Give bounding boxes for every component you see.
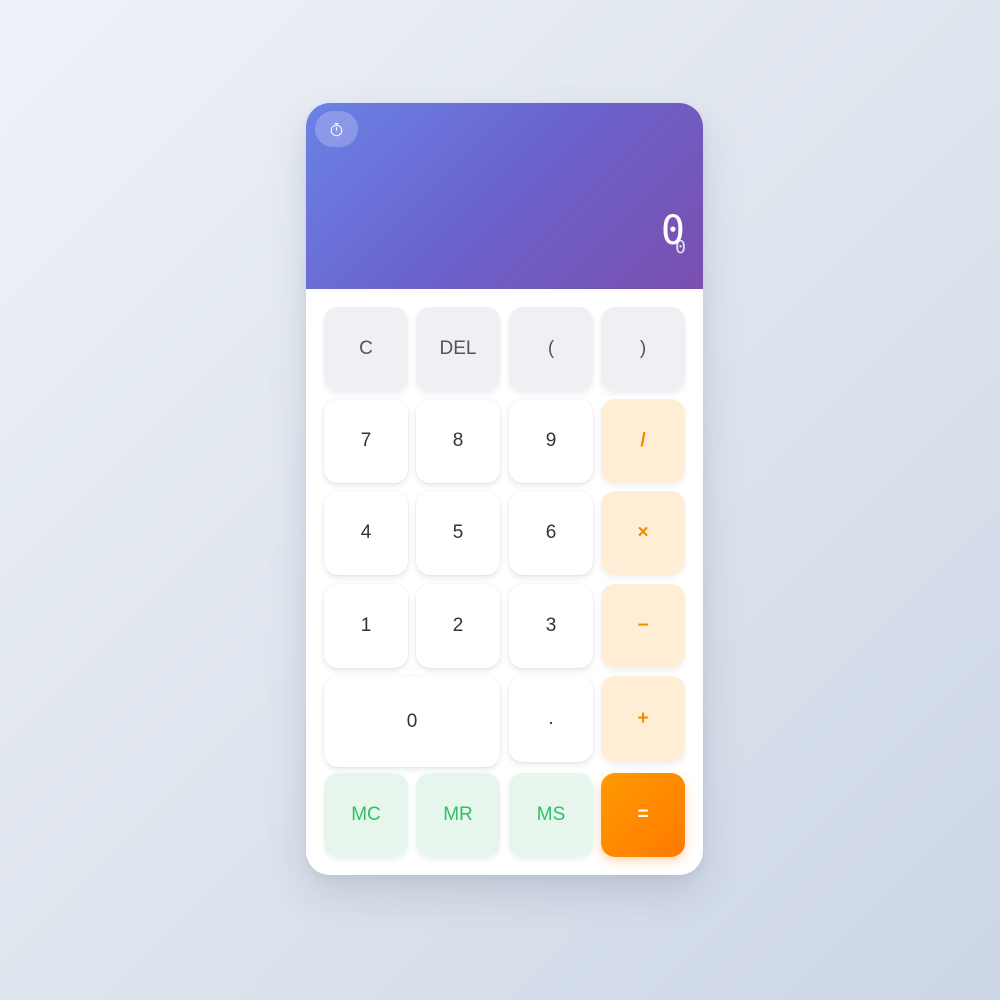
memory-clear-button[interactable]: MC — [324, 773, 408, 857]
history-button[interactable] — [315, 111, 358, 147]
delete-button[interactable]: DEL — [416, 307, 500, 391]
clear-button[interactable]: C — [324, 307, 408, 391]
result-display: 0 — [660, 208, 685, 254]
divide-button[interactable]: / — [601, 399, 685, 483]
stopwatch-icon — [330, 122, 343, 136]
subtract-button[interactable]: − — [601, 584, 685, 668]
keypad: C DEL ( ) 7 8 9 / 4 5 6 × 1 2 3 − 0 . + … — [306, 289, 703, 875]
calculator: 0 0 C DEL ( ) 7 8 9 / 4 5 6 × 1 2 3 − 0 … — [306, 103, 703, 875]
digit-2-button[interactable]: 2 — [416, 584, 500, 668]
digit-5-button[interactable]: 5 — [416, 491, 500, 575]
decimal-button[interactable]: . — [509, 676, 593, 762]
memory-recall-button[interactable]: MR — [416, 773, 500, 857]
equals-button[interactable]: = — [601, 773, 685, 857]
digit-6-button[interactable]: 6 — [509, 491, 593, 575]
display-panel: 0 0 — [306, 103, 703, 289]
digit-3-button[interactable]: 3 — [509, 584, 593, 668]
add-button[interactable]: + — [601, 676, 685, 762]
digit-0-button[interactable]: 0 — [324, 676, 500, 767]
digit-9-button[interactable]: 9 — [509, 399, 593, 483]
close-paren-button[interactable]: ) — [601, 307, 685, 391]
digit-4-button[interactable]: 4 — [324, 491, 408, 575]
digit-7-button[interactable]: 7 — [324, 399, 408, 483]
open-paren-button[interactable]: ( — [509, 307, 593, 391]
digit-1-button[interactable]: 1 — [324, 584, 408, 668]
digit-8-button[interactable]: 8 — [416, 399, 500, 483]
memory-store-button[interactable]: MS — [509, 773, 593, 857]
multiply-button[interactable]: × — [601, 491, 685, 575]
